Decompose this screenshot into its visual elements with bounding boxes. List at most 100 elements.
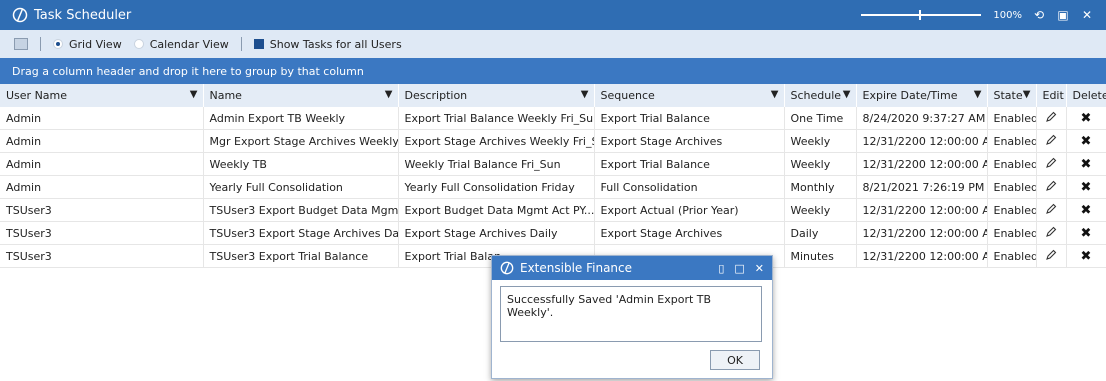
delete-icon[interactable]: ✖: [1081, 203, 1092, 218]
cell-edit: [1036, 198, 1067, 222]
window-titlebar: Task Scheduler 100% ⟲ ▣ ✕: [0, 0, 1106, 30]
grid-view-label: Grid View: [69, 37, 122, 51]
cell-expire: 12/31/2200 12:00:00 AM: [856, 129, 988, 153]
filter-icon[interactable]: ▼: [581, 89, 589, 100]
delete-icon[interactable]: ✖: [1081, 180, 1092, 195]
cell-expire: 8/21/2021 7:26:19 PM: [856, 175, 988, 199]
grid-header-row: User Name ▼ Name ▼ Description ▼ Sequence ▼ …: [0, 84, 1106, 107]
filter-icon[interactable]: ▼: [843, 89, 851, 100]
cell-state: Enabled: [987, 244, 1037, 268]
cell-schedule: Weekly: [784, 198, 857, 222]
cell-delete: ✖: [1066, 152, 1106, 176]
close-icon[interactable]: ✕: [1080, 8, 1094, 22]
maximize-icon[interactable]: ▣: [1056, 8, 1070, 22]
cell-expire: 12/31/2200 12:00:00 AM: [856, 221, 988, 245]
toolbar-divider: [240, 37, 242, 51]
cell-schedule: Monthly: [784, 175, 857, 199]
pencil-icon[interactable]: [1045, 226, 1057, 238]
pencil-icon[interactable]: [1045, 180, 1057, 192]
group-by-hint: Drag a column header and drop it here to…: [12, 64, 364, 78]
cell-edit: [1036, 175, 1067, 199]
table-row[interactable]: Admin Mgr Export Stage Archives Weekly Exp…: [0, 129, 1106, 153]
filter-icon[interactable]: ▼: [771, 89, 779, 100]
cell-user: Admin: [0, 107, 204, 130]
table-row[interactable]: Admin Yearly Full Consolidation Yearly Ful…: [0, 175, 1106, 199]
dialog-message-box: Successfully Saved 'Admin Export TB Week…: [500, 286, 762, 342]
app-logo-icon: [12, 7, 28, 23]
cell-description: Weekly Trial Balance Fri_Sun: [398, 152, 595, 176]
cell-edit: [1036, 221, 1067, 245]
cell-name: Mgr Export Stage Archives Weekly: [203, 129, 399, 153]
filter-icon[interactable]: ▼: [190, 89, 198, 100]
maximize-icon[interactable]: □: [734, 262, 744, 275]
radio-unselected-icon: [133, 39, 144, 49]
show-all-users-checkbox[interactable]: Show Tasks for all Users: [253, 37, 402, 51]
cell-user: TSUser3: [0, 244, 204, 268]
cell-delete: ✖: [1066, 175, 1106, 199]
cell-name: Yearly Full Consolidation: [203, 175, 399, 199]
cell-schedule: Weekly: [784, 152, 857, 176]
ok-button[interactable]: OK: [710, 350, 760, 370]
cell-sequence: Export Stage Archives: [594, 129, 785, 153]
column-header-state[interactable]: State ▼: [987, 84, 1037, 107]
filter-icon[interactable]: ▼: [1023, 89, 1031, 100]
grid-body: Admin Admin Export TB Weekly Export Trial …: [0, 107, 1106, 268]
cell-user: Admin: [0, 129, 204, 153]
column-header-user-name[interactable]: User Name ▼: [0, 84, 204, 107]
cell-state: Enabled: [987, 107, 1037, 130]
column-header-schedule[interactable]: Schedule ▼: [784, 84, 857, 107]
copy-icon[interactable]: ▯: [718, 262, 724, 275]
grid-view-radio[interactable]: Grid View: [53, 38, 122, 51]
refresh-icon[interactable]: ⟲: [1032, 8, 1046, 22]
delete-icon[interactable]: ✖: [1081, 157, 1092, 172]
cell-schedule: Daily: [784, 221, 857, 245]
cell-expire: 8/24/2020 9:37:27 AM: [856, 107, 988, 130]
cell-state: Enabled: [987, 198, 1037, 222]
table-row[interactable]: TSUser3 TSUser3 Export Stage Archives Dai…: [0, 221, 1106, 245]
cell-schedule: Weekly: [784, 129, 857, 153]
delete-icon[interactable]: ✖: [1081, 134, 1092, 149]
filter-icon[interactable]: ▼: [385, 89, 393, 100]
cell-user: TSUser3: [0, 198, 204, 222]
cell-edit: [1036, 107, 1067, 130]
cell-schedule: One Time: [784, 107, 857, 130]
cell-user: TSUser3: [0, 221, 204, 245]
cell-edit: [1036, 152, 1067, 176]
calendar-view-radio[interactable]: Calendar View: [133, 37, 229, 51]
zoom-slider[interactable]: [861, 10, 982, 20]
group-by-panel[interactable]: Drag a column header and drop it here to…: [0, 58, 1106, 84]
table-row[interactable]: TSUser3 TSUser3 Export Budget Data Mgmt Ex…: [0, 198, 1106, 222]
toolbar-divider: [40, 37, 41, 51]
pencil-icon[interactable]: [1045, 203, 1057, 215]
cell-name: TSUser3 Export Budget Data Mgmt: [203, 198, 399, 222]
pencil-icon[interactable]: [1045, 111, 1057, 123]
cell-description: Yearly Full Consolidation Friday: [398, 175, 595, 199]
filter-icon[interactable]: ▼: [974, 89, 982, 100]
calendar-view-label: Calendar View: [149, 37, 229, 51]
pencil-icon[interactable]: [1045, 249, 1057, 261]
column-header-edit[interactable]: Edit: [1036, 84, 1067, 107]
dialog-message: Successfully Saved 'Admin Export TB Week…: [507, 293, 712, 319]
table-row[interactable]: Admin Admin Export TB Weekly Export Trial …: [0, 107, 1106, 130]
dialog-title: Extensible Finance: [520, 261, 633, 275]
delete-icon[interactable]: ✖: [1081, 111, 1092, 126]
grid-layout-icon[interactable]: [14, 38, 28, 50]
show-all-users-label: Show Tasks for all Users: [269, 37, 402, 51]
close-icon[interactable]: ✕: [755, 262, 764, 275]
table-row[interactable]: Admin Weekly TB Weekly Trial Balance Fri_S…: [0, 152, 1106, 176]
radio-selected-icon: [53, 39, 63, 49]
pencil-icon[interactable]: [1045, 157, 1057, 169]
dialog-titlebar[interactable]: Extensible Finance ▯ □ ✕: [492, 256, 772, 280]
app-logo-icon: [500, 261, 514, 275]
column-header-name[interactable]: Name ▼: [203, 84, 399, 107]
column-header-sequence[interactable]: Sequence ▼: [594, 84, 785, 107]
cell-sequence: Export Actual (Prior Year): [594, 198, 785, 222]
column-header-description[interactable]: Description ▼: [398, 84, 595, 107]
column-header-delete[interactable]: Delete: [1066, 84, 1106, 107]
delete-icon[interactable]: ✖: [1081, 226, 1092, 241]
pencil-icon[interactable]: [1045, 134, 1057, 146]
column-header-expire[interactable]: Expire Date/Time ▼: [856, 84, 988, 107]
cell-delete: ✖: [1066, 129, 1106, 153]
delete-icon[interactable]: ✖: [1081, 249, 1092, 264]
cell-description: Export Stage Archives Daily: [398, 221, 595, 245]
